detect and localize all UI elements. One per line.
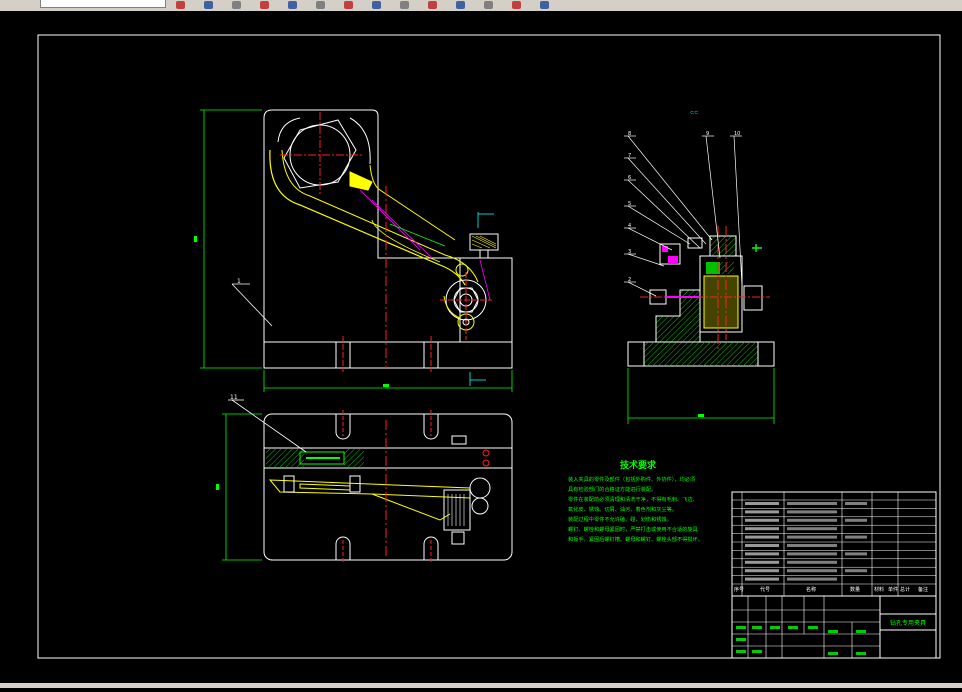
tech-requirement-line: 装入夹具的零件及部件（包括外购件、外协件），均必须 (568, 475, 695, 483)
layer-icon[interactable] (372, 1, 381, 9)
svg-text:⊂⊂: ⊂⊂ (690, 110, 698, 116)
drawing-canvas[interactable]: 1 11 ⊂⊂ 8 7 6 5 4 3 2 9 10 技术要求 装入夹具的零件及… (0, 11, 962, 688)
zoom-icon[interactable] (288, 1, 297, 9)
tech-requirement-line: 装配过程中零件不允许磕、碰、划伤和锈蚀。 (568, 515, 672, 523)
pan-icon[interactable] (260, 1, 269, 9)
line-icon[interactable] (484, 1, 493, 9)
balloon-8: 8 (628, 131, 631, 137)
balloon-11: 11 (230, 394, 238, 401)
bom-header-label: 单件 (888, 586, 898, 593)
bom-header-label: 材料 (874, 586, 884, 593)
redo-icon[interactable] (232, 1, 241, 9)
status-bar (0, 683, 962, 688)
tech-requirement-line: 和扳手，紧固后螺钉槽、螺母和螺钉、螺栓头部不得损坏。 (568, 535, 703, 543)
balloon-2: 2 (628, 277, 631, 283)
top-view: 11 (216, 394, 513, 562)
tech-requirement-line: 具有检验部门的合格证方能进行装配。 (568, 485, 656, 493)
balloon-5: 5 (628, 201, 631, 207)
title-block: 序号 代号 名称 数量 材料 单件 总计 备注 钻孔专用夹具 (731, 491, 937, 659)
balloon-6: 6 (628, 175, 631, 181)
bom-header-label: 备注 (918, 586, 928, 593)
bom-header-label: 总计 (900, 586, 910, 593)
cad-drawing: 1 11 ⊂⊂ 87654329 10 技术要求 装入夹具的零件及部件（包括外购… (37, 34, 941, 659)
balloon-1: 1 (237, 278, 241, 285)
balloon-4: 4 (628, 223, 631, 229)
technical-requirements: 技术要求 装入夹具的零件及部件（包括外购件、外协件），均必须具有检验部门的合格证… (568, 459, 703, 543)
tech-requirement-line: 螺钉、螺栓和螺母紧固时，严禁打击或使用不合适的旋具 (568, 525, 698, 533)
tech-requirement-line: 零件在装配前必须清理和清洗干净，不得有毛刺、飞边、 (568, 495, 698, 503)
properties-icon[interactable] (344, 1, 353, 9)
match-icon[interactable] (400, 1, 409, 9)
front-view: 1 (194, 109, 513, 392)
window-icon[interactable] (316, 1, 325, 9)
help-icon[interactable] (540, 1, 549, 9)
side-view: ⊂⊂ 8 7 6 5 4 3 2 9 10 (624, 110, 775, 424)
balloon-9: 9 (706, 131, 709, 137)
bom-header-label: 数量 (850, 586, 860, 593)
balloon-7: 7 (628, 153, 631, 159)
bom-header-label: 序号 (734, 586, 744, 593)
drawing-frame (37, 34, 941, 659)
arrow-icon[interactable] (512, 1, 521, 9)
bom-header-label: 代号 (760, 586, 770, 593)
balloon-10: 10 (734, 131, 740, 137)
balloon-3: 3 (628, 249, 631, 255)
tech-requirements-title: 技术要求 (620, 459, 657, 471)
bom-header-label: 名称 (806, 586, 816, 593)
tech-requirement-line: 氧化皮、锈蚀、切屑、油污、着色剂和灰尘等。 (568, 505, 677, 513)
back-icon[interactable] (176, 1, 185, 9)
color-icon[interactable] (428, 1, 437, 9)
layer-dropdown[interactable] (40, 0, 166, 8)
undo-icon[interactable] (204, 1, 213, 9)
drawing-name: 钻孔专用夹具 (890, 619, 926, 627)
linetype-icon[interactable] (456, 1, 465, 9)
